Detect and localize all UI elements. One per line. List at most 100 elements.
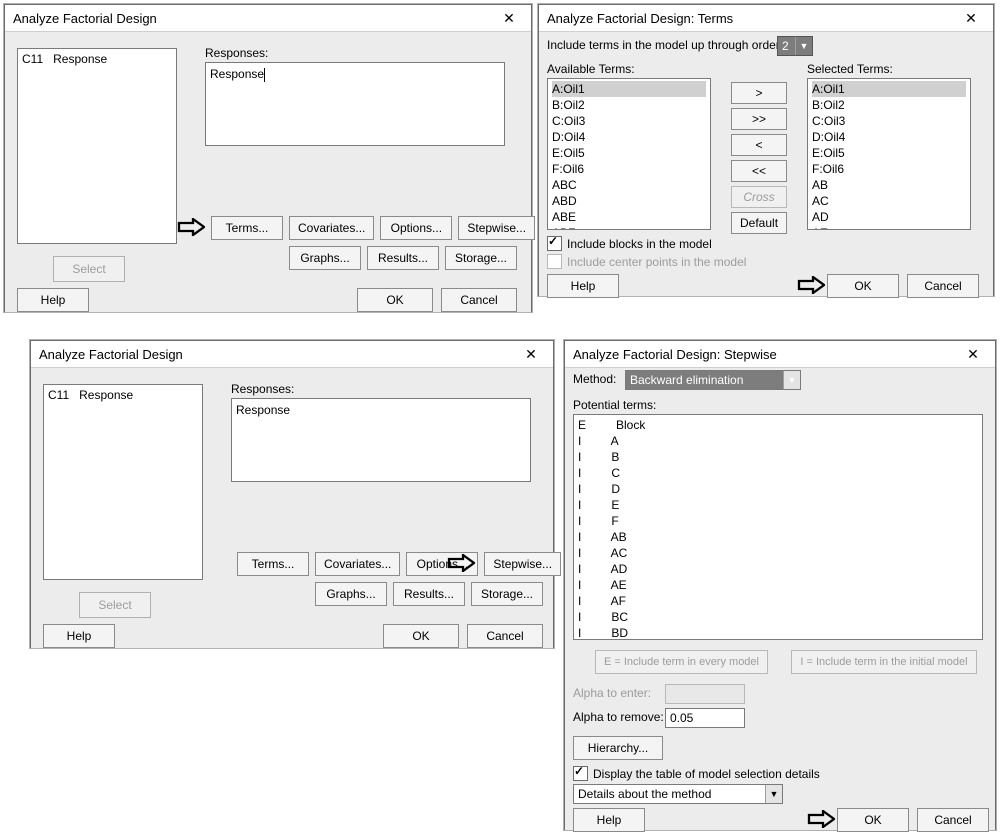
- results-button[interactable]: Results...: [393, 582, 465, 606]
- list-item[interactable]: B:Oil2: [552, 97, 706, 113]
- list-item[interactable]: I B: [578, 449, 978, 465]
- responses-textarea[interactable]: Response: [205, 62, 505, 146]
- title: Analyze Factorial Design: Terms: [547, 11, 733, 26]
- list-item[interactable]: B:Oil2: [812, 97, 966, 113]
- variable-list[interactable]: C11 Response: [17, 48, 177, 244]
- move-left-button[interactable]: <: [731, 134, 787, 156]
- list-item[interactable]: I E: [578, 497, 978, 513]
- title: Analyze Factorial Design: [13, 11, 157, 26]
- analyze-factorial-dialog-2: Analyze Factorial Design ✕ C11 Response …: [30, 340, 554, 648]
- selected-terms-list[interactable]: A:Oil1B:Oil2C:Oil3D:Oil4E:Oil5F:Oil6ABAC…: [807, 78, 971, 230]
- cancel-button[interactable]: Cancel: [917, 808, 989, 832]
- options-button[interactable]: Options...: [380, 216, 452, 240]
- default-button[interactable]: Default: [731, 212, 787, 234]
- alpha-enter-label: Alpha to enter:: [573, 686, 651, 700]
- stepwise-button[interactable]: Stepwise...: [458, 216, 535, 240]
- list-item[interactable]: AE: [812, 225, 966, 230]
- help-button[interactable]: Help: [17, 288, 89, 312]
- list-item[interactable]: ABC: [552, 177, 706, 193]
- stepwise-button[interactable]: Stepwise...: [484, 552, 561, 576]
- list-item[interactable]: I AC: [578, 545, 978, 561]
- close-icon[interactable]: ✕: [491, 8, 527, 28]
- include-blocks-checkbox[interactable]: [547, 236, 562, 251]
- ok-button[interactable]: OK: [827, 274, 899, 298]
- arrow-icon: [177, 218, 205, 236]
- select-button[interactable]: Select: [79, 592, 151, 618]
- potential-terms-list[interactable]: E BlockI AI BI CI DI EI FI ABI ACI ADI A…: [573, 414, 983, 640]
- close-icon[interactable]: ✕: [955, 344, 991, 364]
- variable-list[interactable]: C11 Response: [43, 384, 203, 580]
- list-item[interactable]: ABE: [552, 209, 706, 225]
- include-center-checkbox: [547, 254, 562, 269]
- potential-terms-label: Potential terms:: [573, 398, 656, 412]
- select-button[interactable]: Select: [53, 256, 125, 282]
- storage-button[interactable]: Storage...: [471, 582, 543, 606]
- list-item[interactable]: I AE: [578, 577, 978, 593]
- ok-button[interactable]: OK: [383, 624, 459, 648]
- list-item[interactable]: AD: [812, 209, 966, 225]
- terms-button[interactable]: Terms...: [211, 216, 283, 240]
- graphs-button[interactable]: Graphs...: [315, 582, 387, 606]
- list-item[interactable]: I F: [578, 513, 978, 529]
- close-icon[interactable]: ✕: [513, 344, 549, 364]
- move-right-button[interactable]: >: [731, 82, 787, 104]
- list-item[interactable]: I D: [578, 481, 978, 497]
- list-item[interactable]: D:Oil4: [812, 129, 966, 145]
- list-item[interactable]: I AB: [578, 529, 978, 545]
- list-item[interactable]: ABF: [552, 225, 706, 230]
- move-all-right-button[interactable]: >>: [731, 108, 787, 130]
- list-item[interactable]: E Block: [578, 417, 978, 433]
- options-button[interactable]: Options...: [406, 552, 478, 576]
- covariates-button[interactable]: Covariates...: [315, 552, 400, 576]
- help-button[interactable]: Help: [573, 808, 645, 832]
- list-item[interactable]: E:Oil5: [552, 145, 706, 161]
- cancel-button[interactable]: Cancel: [441, 288, 517, 312]
- terms-dialog: Analyze Factorial Design: Terms ✕ Includ…: [538, 4, 994, 296]
- list-item[interactable]: I BD: [578, 625, 978, 640]
- titlebar: Analyze Factorial Design ✕: [31, 341, 553, 368]
- hierarchy-button[interactable]: Hierarchy...: [573, 736, 663, 760]
- list-item[interactable]: A:Oil1: [552, 81, 706, 97]
- list-item[interactable]: ABD: [552, 193, 706, 209]
- close-icon[interactable]: ✕: [953, 8, 989, 28]
- list-item[interactable]: AC: [812, 193, 966, 209]
- covariates-button[interactable]: Covariates...: [289, 216, 374, 240]
- terms-button[interactable]: Terms...: [237, 552, 309, 576]
- results-button[interactable]: Results...: [367, 246, 439, 270]
- responses-label: Responses:: [205, 46, 268, 60]
- list-item[interactable]: AB: [812, 177, 966, 193]
- alpha-remove-field[interactable]: 0.05: [665, 708, 745, 728]
- list-item[interactable]: D:Oil4: [552, 129, 706, 145]
- title: Analyze Factorial Design: Stepwise: [573, 347, 777, 362]
- list-item[interactable]: C:Oil3: [812, 113, 966, 129]
- list-item[interactable]: I BC: [578, 609, 978, 625]
- list-item[interactable]: E:Oil5: [812, 145, 966, 161]
- list-item[interactable]: F:Oil6: [812, 161, 966, 177]
- list-item[interactable]: I A: [578, 433, 978, 449]
- ok-button[interactable]: OK: [837, 808, 909, 832]
- move-all-left-button[interactable]: <<: [731, 160, 787, 182]
- list-item[interactable]: A:Oil1: [812, 81, 966, 97]
- list-item[interactable]: F:Oil6: [552, 161, 706, 177]
- available-terms-list[interactable]: A:Oil1B:Oil2C:Oil3D:Oil4E:Oil5F:Oil6ABCA…: [547, 78, 711, 230]
- responses-textarea[interactable]: Response: [231, 398, 531, 482]
- list-item[interactable]: I AF: [578, 593, 978, 609]
- display-table-checkbox[interactable]: [573, 766, 588, 781]
- help-button[interactable]: Help: [547, 274, 619, 298]
- order-dropdown[interactable]: 2▼: [777, 36, 813, 56]
- method-dropdown[interactable]: Backward elimination▼: [625, 370, 801, 390]
- arrow-icon: [797, 276, 825, 294]
- cancel-button[interactable]: Cancel: [907, 274, 979, 298]
- list-item[interactable]: I AD: [578, 561, 978, 577]
- storage-button[interactable]: Storage...: [445, 246, 517, 270]
- list-item[interactable]: C:Oil3: [552, 113, 706, 129]
- list-item[interactable]: I C: [578, 465, 978, 481]
- help-button[interactable]: Help: [43, 624, 115, 648]
- details-dropdown[interactable]: Details about the method▼: [573, 784, 783, 804]
- include-center-label: Include center points in the model: [567, 255, 746, 269]
- graphs-button[interactable]: Graphs...: [289, 246, 361, 270]
- cancel-button[interactable]: Cancel: [467, 624, 543, 648]
- ok-button[interactable]: OK: [357, 288, 433, 312]
- titlebar: Analyze Factorial Design ✕: [5, 5, 531, 32]
- cross-button[interactable]: Cross: [731, 186, 787, 208]
